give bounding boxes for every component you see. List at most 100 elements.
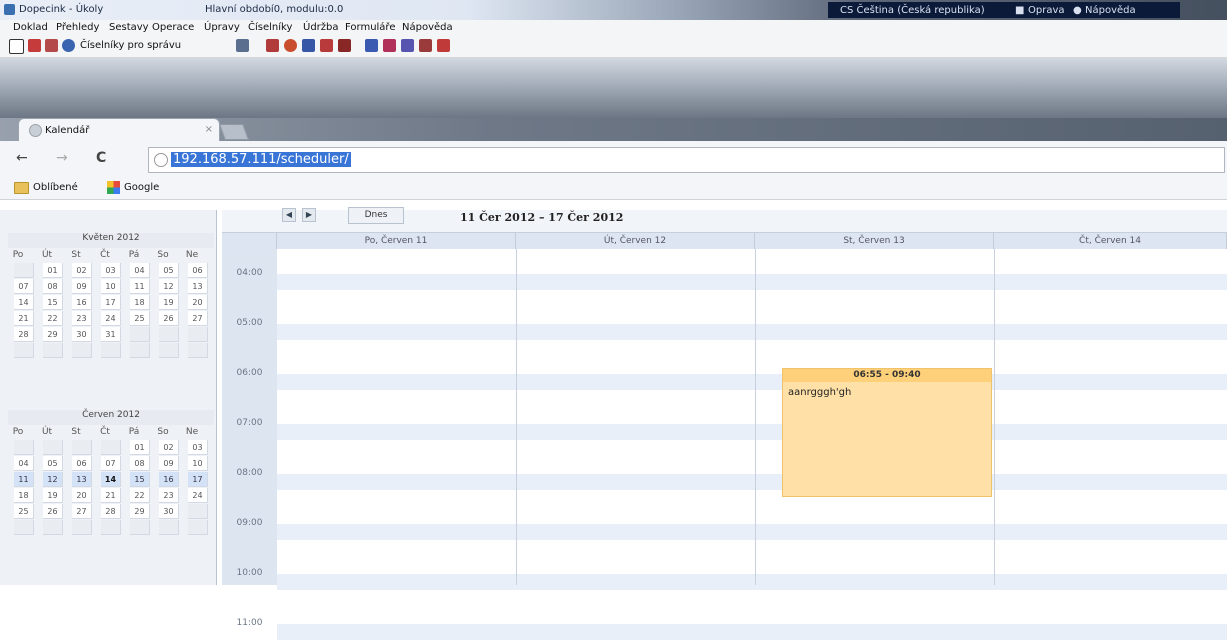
forward-icon[interactable]: →: [56, 150, 68, 166]
mini-calendar-day[interactable]: 06: [188, 263, 208, 278]
menu-sestavy[interactable]: Sestavy: [109, 22, 149, 33]
mini-calendar-day[interactable]: 23: [72, 311, 92, 326]
mini-calendar-day[interactable]: 24: [101, 311, 121, 326]
mini-calendar-day[interactable]: 18: [130, 295, 150, 310]
mini-calendar-day[interactable]: 16: [72, 295, 92, 310]
ciselniky-pro-spravu-button[interactable]: Číselníky pro správu: [80, 40, 181, 51]
tool-icon-12[interactable]: [419, 39, 432, 52]
tool-icon-7[interactable]: [320, 39, 333, 52]
mini-calendar-day[interactable]: 03: [188, 440, 208, 455]
today-button[interactable]: Dnes: [348, 207, 404, 224]
bookmark-google[interactable]: Google: [124, 182, 159, 193]
tool-icon-2[interactable]: [45, 39, 58, 52]
mini-calendar-day[interactable]: 26: [43, 504, 63, 519]
tool-icon-8[interactable]: [338, 39, 351, 52]
mini-calendar-day[interactable]: 23: [159, 488, 179, 503]
mini-calendar-day[interactable]: 13: [188, 279, 208, 294]
mini-calendar-day[interactable]: 04: [130, 263, 150, 278]
mini-calendar-day[interactable]: 08: [43, 279, 63, 294]
mini-calendar-day[interactable]: 05: [159, 263, 179, 278]
url-input[interactable]: 192.168.57.111/scheduler/: [148, 147, 1225, 173]
mini-calendar-day[interactable]: 09: [159, 456, 179, 471]
next-week-button[interactable]: ▶: [302, 208, 316, 222]
mini-calendar-day[interactable]: 21: [14, 311, 34, 326]
tab-close-icon[interactable]: ×: [205, 124, 213, 135]
mini-calendar-day[interactable]: 15: [130, 472, 150, 487]
tool-icon-6[interactable]: [284, 39, 297, 52]
filter-icon[interactable]: [302, 39, 315, 52]
menu-formulare[interactable]: Formuláře: [345, 22, 395, 33]
tool-icon-9[interactable]: [365, 39, 378, 52]
mini-calendar-day[interactable]: 29: [130, 504, 150, 519]
mini-calendar-day[interactable]: 15: [43, 295, 63, 310]
reload-icon[interactable]: C: [96, 150, 106, 166]
new-document-icon[interactable]: [9, 39, 24, 54]
tool-icon-13[interactable]: [437, 39, 450, 52]
mini-calendar-day[interactable]: 31: [101, 327, 121, 342]
mini-calendar-day[interactable]: 01: [130, 440, 150, 455]
mini-calendar-day[interactable]: 21: [101, 488, 121, 503]
tool-icon-1[interactable]: [28, 39, 41, 52]
menu-napoveda[interactable]: Nápověda: [402, 22, 453, 33]
mini-calendar-day[interactable]: 12: [43, 472, 63, 487]
back-icon[interactable]: ←: [16, 150, 28, 166]
mini-calendar-day[interactable]: 17: [188, 472, 208, 487]
mini-calendar-day[interactable]: 22: [130, 488, 150, 503]
mini-calendar-day[interactable]: 28: [14, 327, 34, 342]
mini-calendar-day[interactable]: 30: [159, 504, 179, 519]
mini-calendar-day[interactable]: 19: [159, 295, 179, 310]
mini-calendar-day[interactable]: 18: [14, 488, 34, 503]
mini-calendar-day[interactable]: 24: [188, 488, 208, 503]
menu-prehledy[interactable]: Přehledy: [56, 22, 99, 33]
mini-calendar-day[interactable]: 08: [130, 456, 150, 471]
mini-calendar-day[interactable]: 16: [159, 472, 179, 487]
mini-calendar-day[interactable]: 11: [14, 472, 34, 487]
mini-calendar-day[interactable]: 03: [101, 263, 121, 278]
menu-udrzba[interactable]: Údržba: [303, 22, 339, 33]
mini-calendar-day[interactable]: 06: [72, 456, 92, 471]
mini-calendar-day[interactable]: 01: [43, 263, 63, 278]
mini-calendar-day[interactable]: 20: [188, 295, 208, 310]
mini-calendar-day[interactable]: 27: [72, 504, 92, 519]
mini-calendar-day[interactable]: 25: [130, 311, 150, 326]
mini-calendar-day[interactable]: 14: [14, 295, 34, 310]
mini-calendar-day[interactable]: 07: [101, 456, 121, 471]
bookmark-oblibene[interactable]: Oblíbené: [33, 182, 78, 193]
language-label[interactable]: CS Čeština (Česká republika): [840, 5, 985, 16]
calendar-event[interactable]: 06:55 - 09:40 aanrgggh'gh: [782, 368, 992, 497]
mini-calendar-day[interactable]: 11: [130, 279, 150, 294]
mini-calendar-day[interactable]: 09: [72, 279, 92, 294]
mini-calendar-day[interactable]: 07: [14, 279, 34, 294]
mini-calendar-day[interactable]: 26: [159, 311, 179, 326]
tool-icon-4[interactable]: [236, 39, 249, 52]
day-header-thu[interactable]: Čt, Červen 14: [994, 233, 1227, 249]
mini-calendar-day[interactable]: 30: [72, 327, 92, 342]
language-bar[interactable]: CS Čeština (Česká republika) ■ Oprava ● …: [828, 2, 1180, 18]
mini-calendar-day[interactable]: 14: [101, 472, 121, 487]
day-header-wed[interactable]: St, Červen 13: [755, 233, 994, 249]
oprava-label[interactable]: Oprava: [1028, 5, 1065, 16]
mini-calendar-day[interactable]: 05: [43, 456, 63, 471]
mini-calendar-day[interactable]: 28: [101, 504, 121, 519]
mini-calendar-day[interactable]: 25: [14, 504, 34, 519]
mini-calendar-day[interactable]: 27: [188, 311, 208, 326]
mini-calendar-day[interactable]: 10: [188, 456, 208, 471]
tool-icon-11[interactable]: [401, 39, 414, 52]
url-text[interactable]: 192.168.57.111/scheduler/: [171, 152, 351, 167]
mini-calendar-day[interactable]: 02: [72, 263, 92, 278]
mini-calendar-day[interactable]: 12: [159, 279, 179, 294]
mini-calendar-day[interactable]: 10: [101, 279, 121, 294]
mini-calendar-day[interactable]: 19: [43, 488, 63, 503]
mini-calendar-day[interactable]: 04: [14, 456, 34, 471]
tool-icon-3[interactable]: [62, 39, 75, 52]
napoveda-label[interactable]: Nápověda: [1085, 5, 1136, 16]
prev-week-button[interactable]: ◀: [282, 208, 296, 222]
menu-doklad[interactable]: Doklad: [13, 22, 48, 33]
menu-ciselniky[interactable]: Číselníky: [248, 22, 292, 33]
browser-tab-kalendar[interactable]: Kalendář ×: [18, 118, 220, 141]
oprava-icon[interactable]: ■: [1015, 5, 1024, 16]
help-icon[interactable]: ●: [1073, 5, 1082, 16]
menu-operace[interactable]: Operace: [152, 22, 194, 33]
mini-calendar-day[interactable]: 22: [43, 311, 63, 326]
mini-calendar-day[interactable]: 29: [43, 327, 63, 342]
